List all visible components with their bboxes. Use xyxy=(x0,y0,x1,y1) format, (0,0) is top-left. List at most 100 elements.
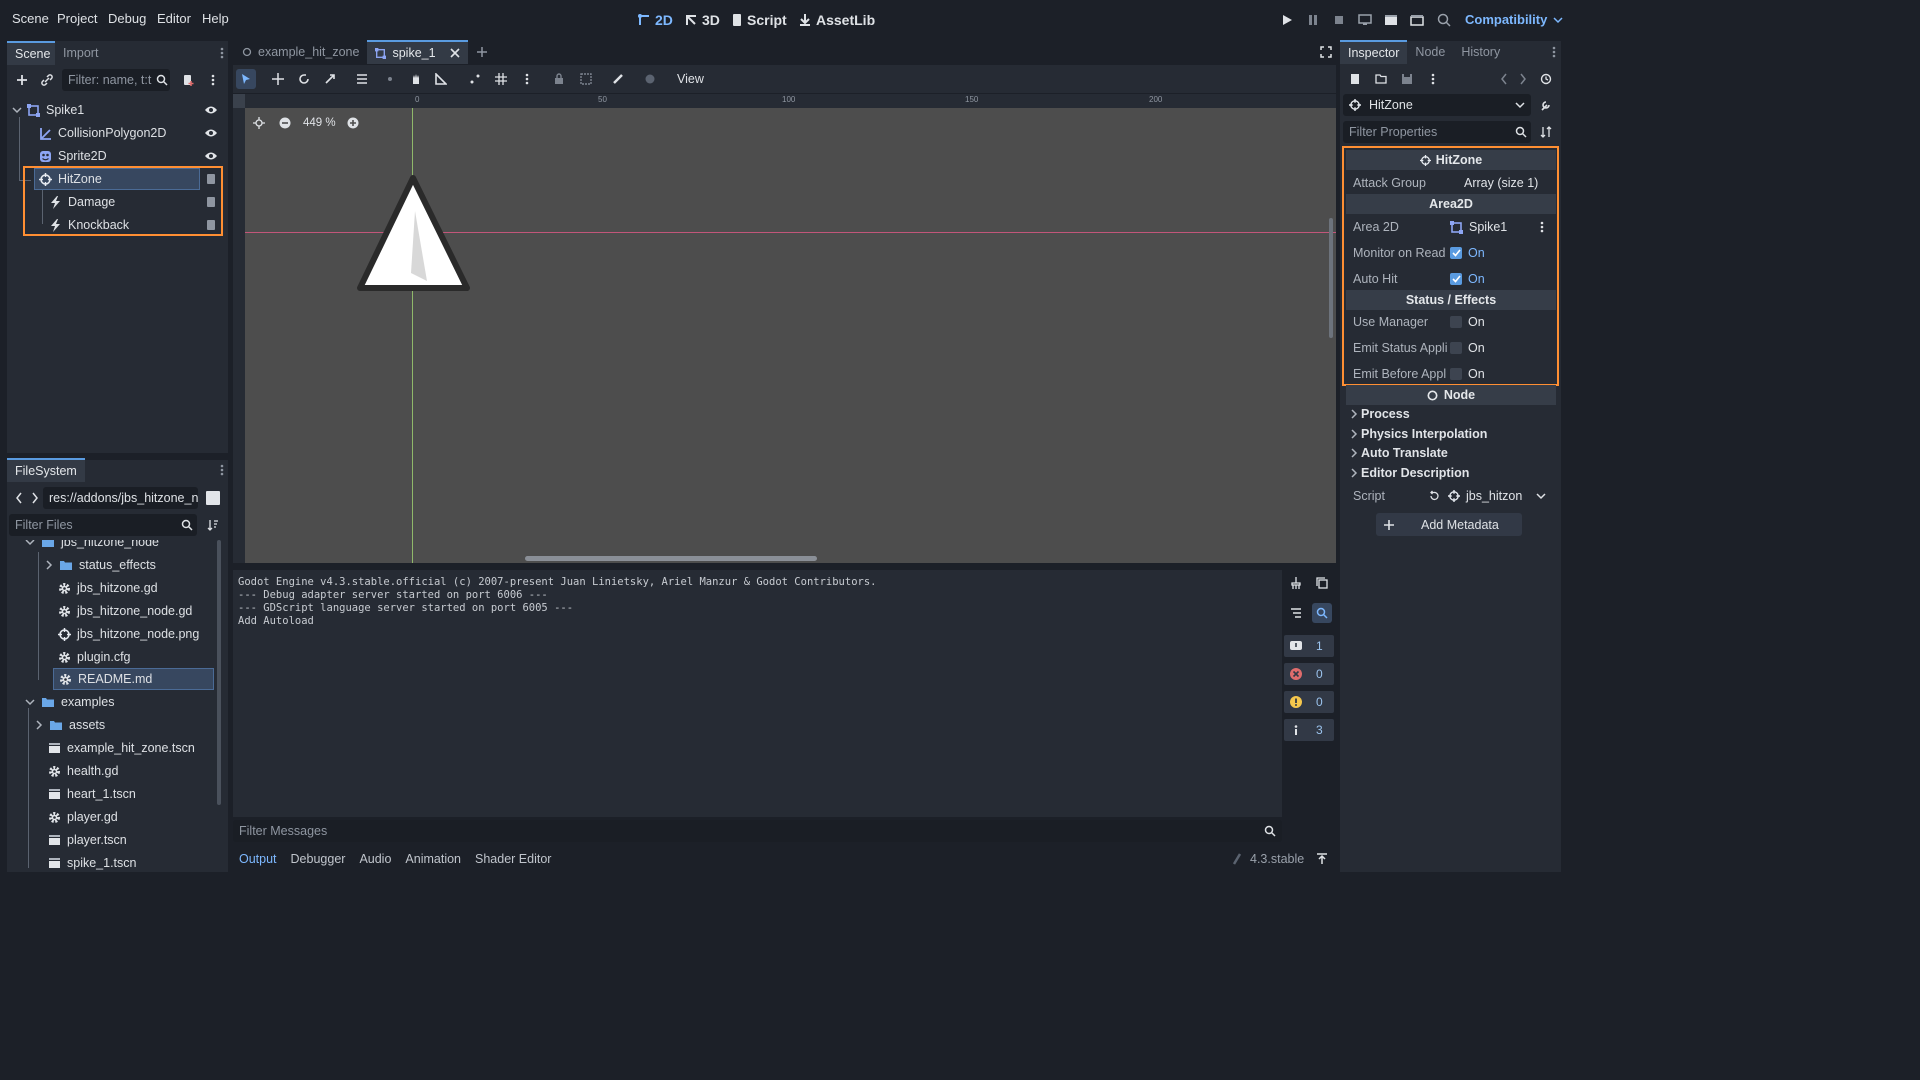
main-2d-button[interactable]: 2D xyxy=(637,12,673,28)
inspector-options-button[interactable] xyxy=(1536,122,1556,142)
distraction-free-button[interactable] xyxy=(1316,42,1336,62)
section-editor-description[interactable]: Editor Description xyxy=(1350,463,1469,483)
section-physics-interpolation[interactable]: Physics Interpolation xyxy=(1350,424,1487,444)
sort-button[interactable] xyxy=(203,515,223,535)
add-metadata-button[interactable]: Add Metadata xyxy=(1376,513,1522,536)
play-custom-scene-button[interactable] xyxy=(1407,10,1427,30)
tab-example-hit-zone[interactable]: example_hit_zone xyxy=(234,40,367,64)
snap-toggle-button[interactable] xyxy=(465,69,485,89)
zoom-out-button[interactable] xyxy=(275,113,295,133)
horizontal-scrollbar[interactable] xyxy=(525,556,817,561)
filter-properties-input[interactable]: Filter Properties xyxy=(1343,121,1531,143)
skeleton-button[interactable] xyxy=(608,69,628,89)
load-resource-button[interactable] xyxy=(1371,69,1391,89)
file-item-plugin-cfg[interactable]: plugin.cfg xyxy=(57,646,215,668)
history-forward-button[interactable] xyxy=(1513,69,1533,89)
center-view-button[interactable] xyxy=(249,113,269,133)
spike-sprite[interactable] xyxy=(355,173,475,298)
new-resource-button[interactable] xyxy=(1345,69,1365,89)
tab-output[interactable]: Output xyxy=(239,852,277,866)
file-item-assets[interactable]: assets xyxy=(35,714,215,736)
scene-filter-input[interactable]: Filter: name, t:t xyxy=(62,69,170,91)
tab-history[interactable]: History xyxy=(1453,40,1508,64)
list-select-button[interactable] xyxy=(352,69,372,89)
view-menu[interactable]: View xyxy=(677,72,704,86)
rotate-tool-button[interactable] xyxy=(294,69,314,89)
search-toggle-button[interactable] xyxy=(1312,603,1332,623)
visibility-toggle[interactable] xyxy=(201,123,221,143)
save-resource-button[interactable] xyxy=(1397,69,1417,89)
snap-options-button[interactable] xyxy=(517,69,537,89)
add-node-button[interactable] xyxy=(12,70,32,90)
renderer-select[interactable]: Compatibility xyxy=(1465,12,1563,27)
pause-button[interactable] xyxy=(1303,10,1323,30)
filesystem-menu-button[interactable] xyxy=(212,460,232,480)
collapse-button[interactable] xyxy=(1286,603,1306,623)
messages-filter[interactable]: 1 xyxy=(1284,635,1334,657)
history-back-button[interactable] xyxy=(1494,69,1514,89)
main-assetlib-button[interactable]: AssetLib xyxy=(798,12,875,28)
menu-editor[interactable]: Editor xyxy=(157,11,191,26)
file-item-player-gd[interactable]: player.gd xyxy=(47,806,215,828)
resource-menu-button[interactable] xyxy=(1423,69,1443,89)
tree-item-collisionpolygon2d[interactable]: CollisionPolygon2D xyxy=(38,122,222,144)
file-item-jbs-hitzone-node-gd[interactable]: jbs_hitzone_node.gd xyxy=(57,600,215,622)
tab-debugger[interactable]: Debugger xyxy=(291,852,346,866)
group-button[interactable] xyxy=(576,69,596,89)
play-button[interactable] xyxy=(1277,10,1297,30)
warnings-filter[interactable]: 0 xyxy=(1284,691,1334,713)
pivot-tool-button[interactable] xyxy=(380,69,400,89)
menu-debug[interactable]: Debug xyxy=(108,11,146,26)
filter-messages-input[interactable]: Filter Messages xyxy=(233,820,1282,842)
scene-dock-menu-button[interactable] xyxy=(212,43,232,63)
tab-import[interactable]: Import xyxy=(55,41,106,65)
camera-override-button[interactable] xyxy=(640,69,660,89)
tab-shader-editor[interactable]: Shader Editor xyxy=(475,852,551,866)
menu-scene[interactable]: Scene xyxy=(12,11,49,26)
object-selector[interactable]: HitZone xyxy=(1343,94,1531,116)
file-item-health-gd[interactable]: health.gd xyxy=(47,760,215,782)
file-item-readme-md[interactable]: README.md xyxy=(53,668,214,690)
instance-scene-button[interactable] xyxy=(37,70,57,90)
lock-button[interactable] xyxy=(549,69,569,89)
play-scene-button[interactable] xyxy=(1381,10,1401,30)
file-item-jbs-hitzone-node-png[interactable]: jbs_hitzone_node.png xyxy=(57,623,215,645)
revert-icon[interactable] xyxy=(1428,490,1440,502)
file-item-spike-1-tscn[interactable]: spike_1.tscn xyxy=(47,852,215,870)
new-tab-button[interactable] xyxy=(468,40,496,64)
file-item-player-tscn[interactable]: player.tscn xyxy=(47,829,215,851)
tree-item-spike1[interactable]: Spike1 xyxy=(12,99,222,121)
zoom-level[interactable]: 449 % xyxy=(303,117,336,129)
tab-filesystem[interactable]: FileSystem xyxy=(7,458,85,482)
file-item-jbs-hitzone-gd[interactable]: jbs_hitzone.gd xyxy=(57,577,215,599)
movie-maker-button[interactable] xyxy=(1434,10,1454,30)
section-auto-translate[interactable]: Auto Translate xyxy=(1350,443,1448,463)
file-item-jbs-hitzone-node[interactable]: jbs_hitzone_node xyxy=(25,540,215,553)
file-tree-scrollbar[interactable] xyxy=(217,540,221,805)
file-item-examples[interactable]: examples xyxy=(25,691,215,713)
scene-tree-menu-button[interactable] xyxy=(203,70,223,90)
tab-inspector[interactable]: Inspector xyxy=(1340,40,1408,64)
menu-help[interactable]: Help xyxy=(202,11,229,26)
main-3d-button[interactable]: 3D xyxy=(684,12,720,28)
info-filter[interactable]: 3 xyxy=(1284,719,1334,741)
visibility-toggle[interactable] xyxy=(201,100,221,120)
canvas-viewport[interactable] xyxy=(245,108,1336,563)
clear-log-button[interactable] xyxy=(1286,573,1306,593)
tab-spike-1[interactable]: spike_1 xyxy=(367,40,468,64)
select-tool-button[interactable] xyxy=(236,69,256,89)
main-script-button[interactable]: Script xyxy=(731,12,787,28)
filter-files-input[interactable]: Filter Files xyxy=(9,514,197,536)
tree-item-sprite2d[interactable]: Sprite2D xyxy=(38,145,222,167)
object-properties-button[interactable] xyxy=(1536,95,1556,115)
recent-history-button[interactable] xyxy=(1536,69,1556,89)
menu-project[interactable]: Project xyxy=(57,11,97,26)
inspector-menu-button[interactable] xyxy=(1544,42,1564,62)
tab-node[interactable]: Node xyxy=(1407,40,1453,64)
expand-bottom-panel-button[interactable] xyxy=(1312,849,1332,869)
tab-scene[interactable]: Scene xyxy=(7,41,55,65)
attach-script-button[interactable] xyxy=(178,70,198,90)
tab-audio[interactable]: Audio xyxy=(359,852,391,866)
copy-log-button[interactable] xyxy=(1312,573,1332,593)
close-icon[interactable] xyxy=(449,48,460,58)
